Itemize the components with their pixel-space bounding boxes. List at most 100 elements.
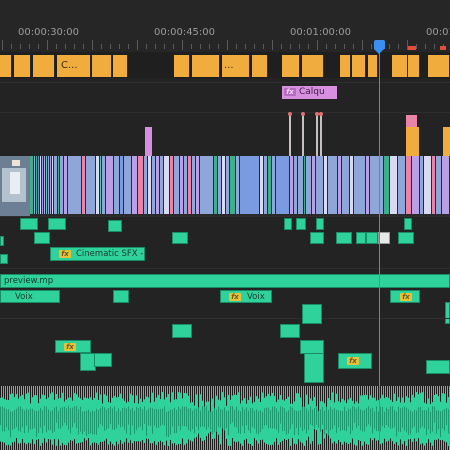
waveform-gap (402, 444, 403, 450)
title-clip[interactable] (340, 55, 351, 77)
audio-clip[interactable] (316, 218, 324, 230)
audio-clip[interactable] (0, 236, 4, 246)
video-clip[interactable] (200, 156, 214, 214)
video-clip[interactable] (68, 156, 82, 214)
title-clip[interactable] (252, 55, 268, 77)
waveform-peak (368, 406, 369, 425)
adjustment-layer-clip[interactable]: fx Calqu (282, 86, 337, 99)
waveform-peak (92, 410, 93, 435)
waveform-gap (322, 386, 323, 402)
video-clip[interactable] (398, 156, 406, 214)
video-clip[interactable] (124, 156, 132, 214)
audio-clip[interactable] (304, 353, 324, 383)
title-clip[interactable] (92, 55, 112, 77)
audio-clip[interactable] (172, 324, 192, 338)
audio-clip[interactable] (284, 218, 292, 230)
waveform-gap (204, 386, 205, 408)
waveform-gap (186, 386, 187, 394)
video-thumbnail-clip[interactable] (0, 156, 30, 216)
waveform-peak (142, 409, 143, 431)
voice-audio-clip[interactable]: Voix (0, 290, 60, 303)
audio-clip[interactable] (34, 232, 50, 244)
title-clip[interactable] (113, 55, 128, 77)
video-clip[interactable] (106, 156, 114, 214)
overlay-clip[interactable] (406, 127, 419, 156)
waveform-peak (158, 409, 159, 428)
waveform-gap (268, 386, 269, 394)
audio-clip[interactable]: fx (390, 290, 420, 303)
audio-clip[interactable]: fx (338, 353, 372, 369)
title-clip[interactable] (14, 55, 31, 77)
title-clip[interactable] (352, 55, 366, 77)
title-clip[interactable] (33, 55, 55, 77)
voice-audio-clip[interactable]: fx Voix (220, 290, 272, 303)
audio-clip[interactable] (108, 220, 122, 232)
audio-clip[interactable] (172, 232, 188, 244)
audio-clip[interactable] (113, 290, 129, 303)
video-clip[interactable] (316, 156, 324, 214)
overlay-clip[interactable] (145, 127, 152, 156)
video-clip[interactable] (412, 156, 420, 214)
audio-clip[interactable] (404, 218, 412, 230)
audio-clip[interactable] (296, 218, 306, 230)
title-clip[interactable] (174, 55, 190, 77)
title-clip[interactable] (392, 55, 408, 77)
video-clip[interactable] (390, 156, 398, 214)
title-clip[interactable] (282, 55, 300, 77)
audio-clip[interactable] (48, 218, 66, 230)
audio-clip[interactable] (398, 232, 414, 244)
audio-clip[interactable] (356, 232, 366, 244)
title-clip[interactable] (368, 55, 378, 77)
audio-clip[interactable] (20, 218, 38, 230)
video-clip[interactable] (328, 156, 338, 214)
waveform-peak (2, 406, 3, 432)
waveform-gap (38, 439, 39, 450)
waveform-peak (40, 407, 41, 428)
video-clip[interactable] (276, 156, 290, 214)
waveform-gap (120, 440, 121, 450)
audio-clip[interactable] (336, 232, 352, 244)
overlay-clip[interactable] (443, 127, 450, 156)
title-clip[interactable] (0, 55, 12, 77)
video-clip[interactable] (86, 156, 96, 214)
video-clip[interactable] (342, 156, 350, 214)
audio-clip[interactable] (445, 302, 450, 324)
video-clip[interactable] (354, 156, 366, 214)
video-clip[interactable] (240, 156, 260, 214)
music-audio-clip[interactable] (0, 386, 450, 450)
audio-clip[interactable] (302, 304, 322, 324)
waveform-peak (250, 407, 251, 434)
playhead-handle[interactable] (374, 40, 385, 54)
waveform-gap (16, 386, 17, 395)
waveform-gap (426, 443, 427, 450)
waveform-peak (130, 409, 131, 436)
audio-clip[interactable] (310, 232, 324, 244)
title-clip[interactable] (192, 55, 220, 77)
waveform-peak (86, 410, 87, 436)
waveform-gap (392, 441, 393, 450)
waveform-peak (80, 406, 81, 432)
video-clip[interactable] (442, 156, 450, 214)
waveform-peak (318, 410, 319, 428)
audio-clip[interactable]: fx (55, 340, 91, 353)
overlay-clip[interactable] (406, 115, 417, 127)
sfx-audio-clip[interactable]: fx Cinematic SFX - (50, 247, 145, 261)
audio-clip[interactable] (280, 324, 300, 338)
preview-audio-clip[interactable]: preview.mp (0, 274, 450, 288)
ruler-tick (362, 40, 363, 50)
video-clip[interactable] (424, 156, 432, 214)
waveform-peak (90, 411, 91, 434)
title-clip[interactable] (408, 55, 420, 77)
audio-clip[interactable] (366, 232, 378, 244)
track-divider (0, 112, 450, 113)
waveform-gap (432, 445, 433, 450)
audio-clip[interactable] (426, 360, 450, 374)
title-clip[interactable] (428, 55, 450, 77)
title-clip[interactable] (302, 55, 324, 77)
waveform-gap (350, 386, 351, 398)
audio-clip[interactable] (300, 340, 324, 354)
waveform-gap (420, 386, 421, 393)
audio-clip[interactable] (0, 254, 8, 264)
timeline-panel[interactable]: 00:00:30:00 00:00:45:00 00:01:00:00 00:0… (0, 0, 450, 450)
audio-clip[interactable] (94, 353, 112, 367)
